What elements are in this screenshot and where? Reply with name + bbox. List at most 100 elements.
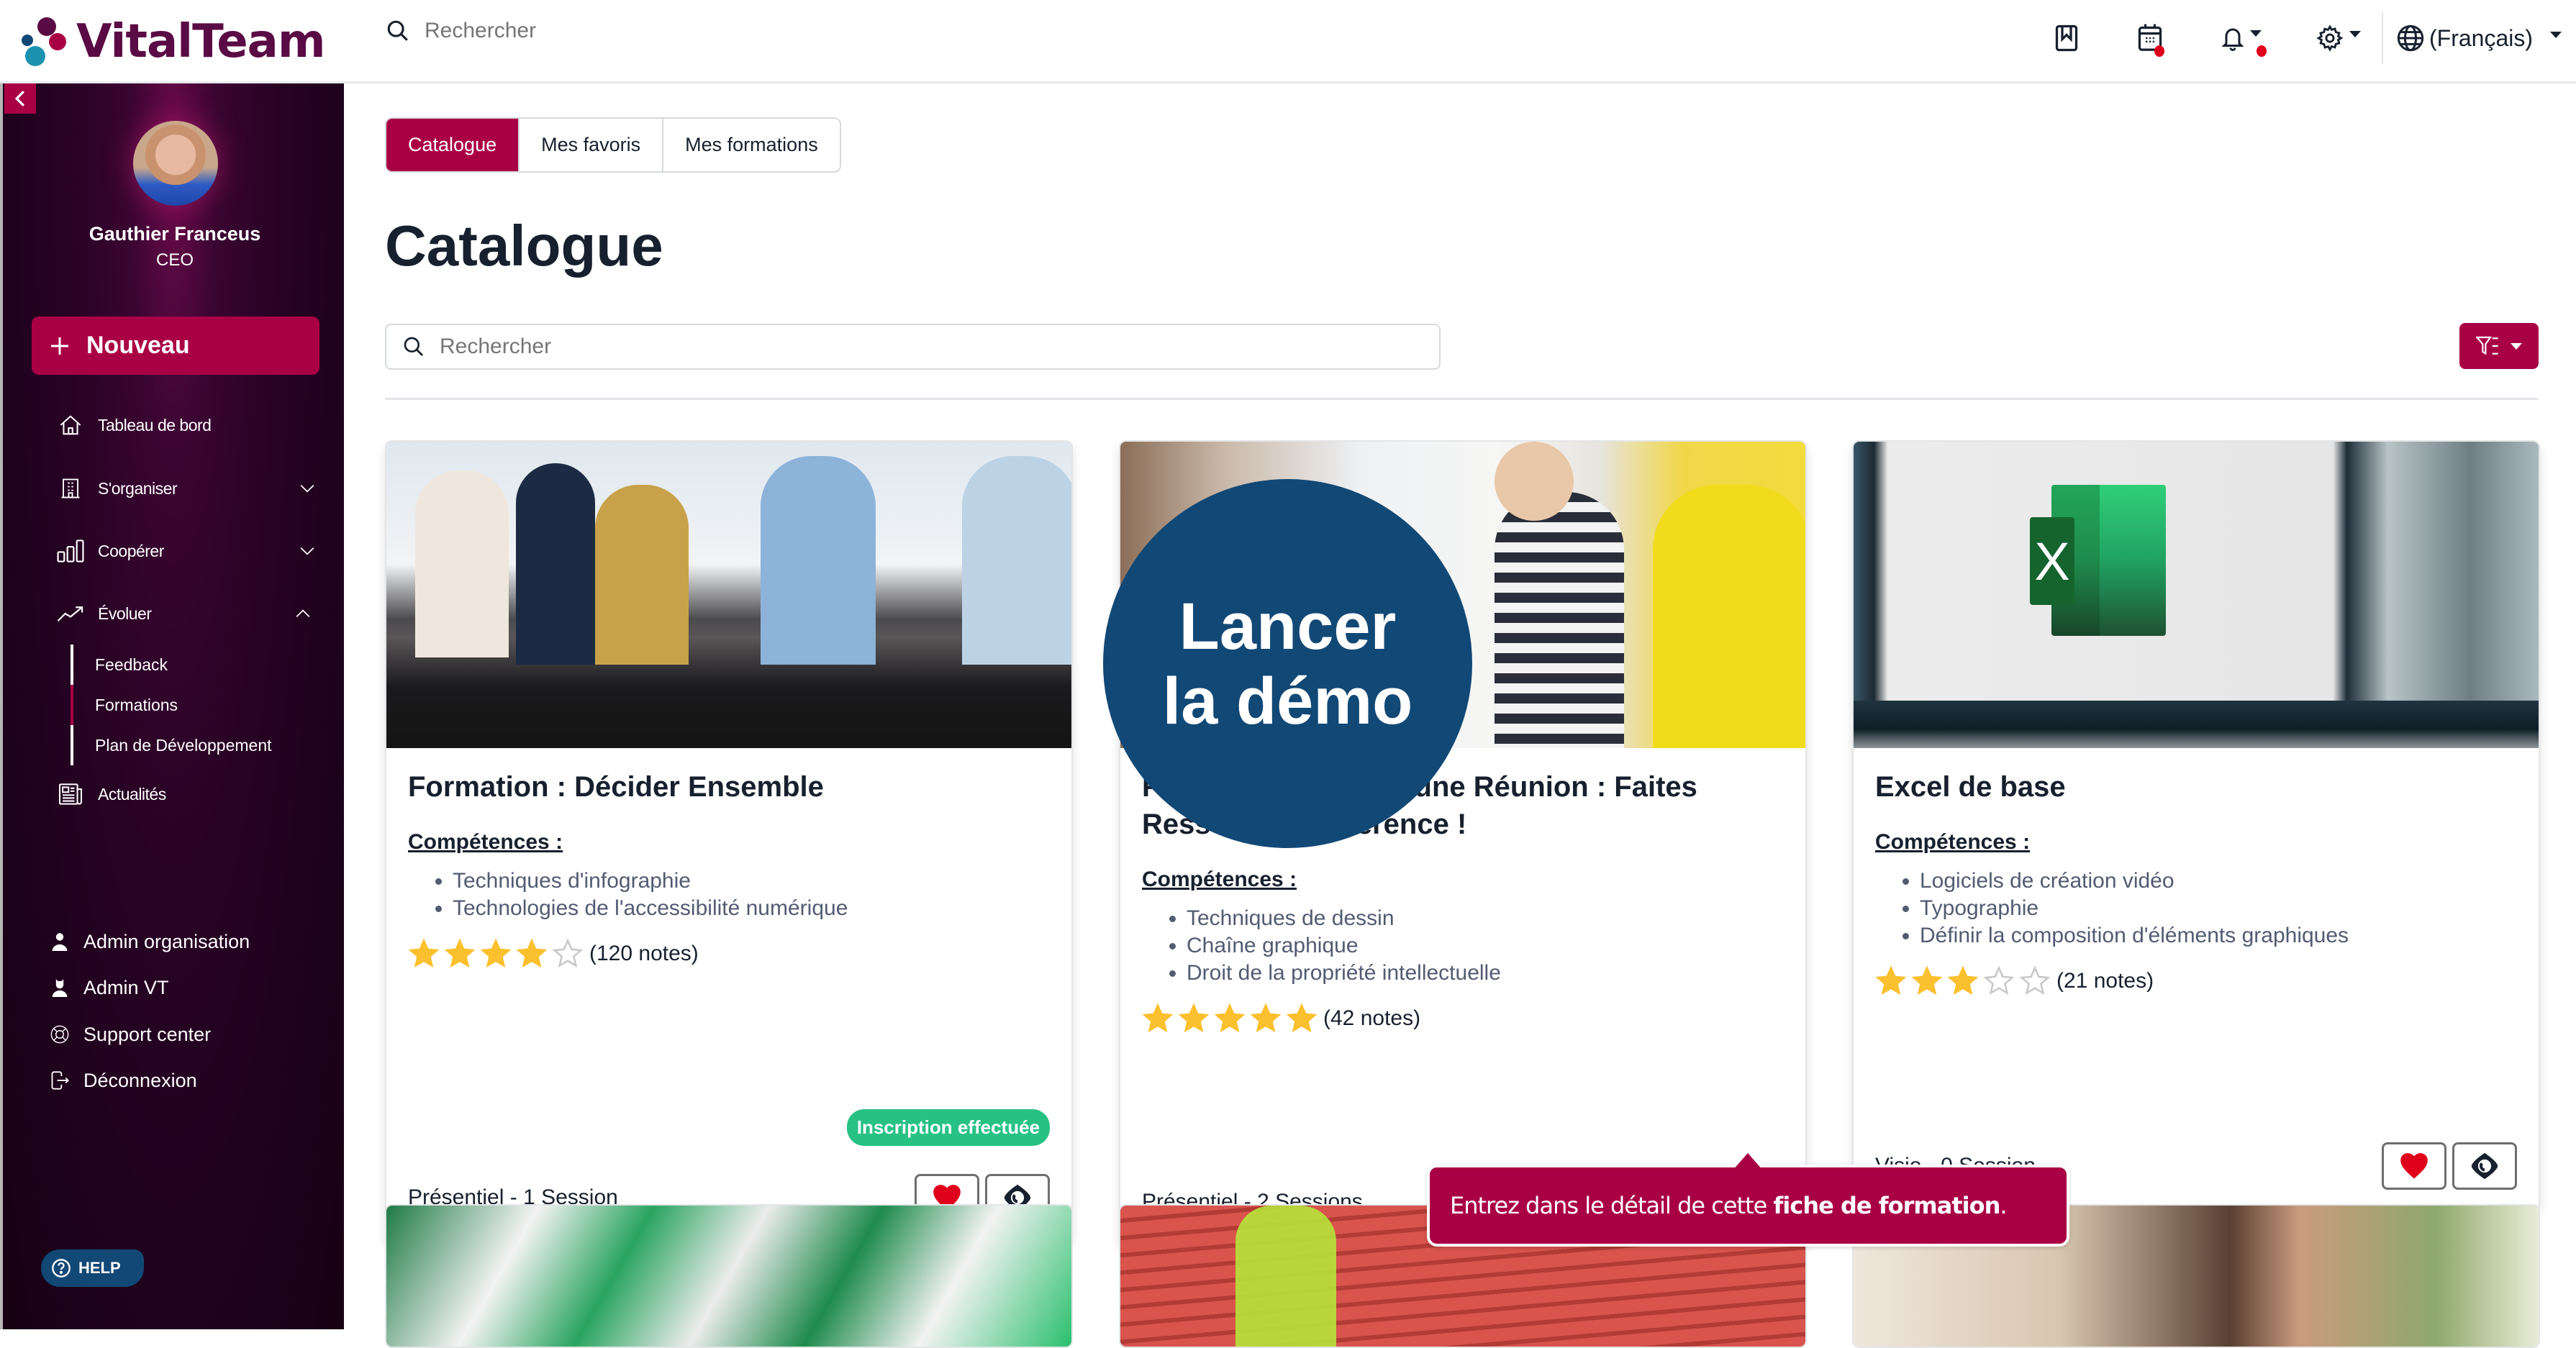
sidebar-item-tableau-de-bord[interactable]: Tableau de bord [56, 404, 315, 447]
home-icon [60, 415, 81, 435]
rating-count: (120 notes) [589, 942, 699, 965]
sidebar-item-deconnexion[interactable]: Déconnexion [49, 1059, 308, 1102]
star-filled-icon [1142, 1003, 1174, 1033]
user-admin-icon [52, 979, 68, 997]
sidebar-item-label: Déconnexion [83, 1069, 197, 1091]
training-image [386, 442, 1071, 748]
eye-icon [2471, 1152, 2498, 1180]
view-details-button[interactable] [2452, 1142, 2517, 1190]
catalogue-search[interactable] [385, 324, 1441, 370]
gear-icon [2316, 24, 2344, 52]
chevron-down-icon [2249, 29, 2262, 37]
help-label: HELP [78, 1259, 121, 1277]
competence-item: Chaîne graphique [1187, 932, 1784, 960]
collapse-sidebar-button[interactable] [4, 83, 36, 114]
training-card[interactable]: X Excel de base Compétences : Logiciels … [1852, 440, 2540, 1210]
top-bar: VitalTeam (Français) [0, 0, 2576, 83]
language-selector[interactable]: (Français) [2396, 24, 2562, 53]
sidebar-item-sorganiser[interactable]: S'organiser [56, 467, 315, 510]
favorite-button[interactable] [2382, 1142, 2446, 1190]
chevron-down-icon [2511, 342, 2522, 350]
global-search[interactable] [386, 19, 856, 43]
competence-item: Techniques d'infographie [453, 867, 1050, 895]
launch-demo-button[interactable]: Lancer la démo [1103, 479, 1472, 848]
competences-label: Compétences : [1875, 830, 2031, 854]
new-button[interactable]: Nouveau [32, 316, 319, 375]
divider [385, 398, 2539, 400]
tab-mes-favoris[interactable]: Mes favoris [520, 119, 664, 171]
tooltip-text: Entrez dans le détail de cette [1450, 1192, 1774, 1219]
new-button-label: Nouveau [86, 332, 190, 359]
sidebar-item-cooperer[interactable]: Coopérer [56, 529, 315, 573]
user-name: Gauthier Franceus [89, 223, 261, 245]
rating: (120 notes) [408, 938, 1050, 970]
star-filled-icon [444, 938, 476, 968]
sidebar-item-admin-organisation[interactable]: Admin organisation [49, 920, 308, 963]
sidebar-item-label: Admin organisation [83, 930, 250, 952]
training-title[interactable]: Formation : Décider Ensemble [408, 768, 1050, 806]
vitalteam-logo[interactable]: VitalTeam [22, 13, 325, 70]
competences-list: Logiciels de création vidéo Typographie … [1875, 867, 2517, 949]
sidebar-item-admin-vt[interactable]: Admin VT [49, 966, 308, 1009]
star-filled-icon [408, 938, 440, 968]
training-card[interactable]: Formation : Décider Ensemble Compétences… [385, 440, 1073, 1242]
brand-name: VitalTeam [76, 15, 325, 68]
sidebar-subitem-feedback[interactable]: Feedback [71, 645, 286, 685]
tooltip-arrow-inner [1733, 1153, 1763, 1170]
sidebar-item-evoluer[interactable]: Évoluer [56, 592, 315, 635]
bar-chart-icon [57, 539, 84, 563]
training-card[interactable] [385, 1204, 1073, 1348]
bell-icon [2221, 28, 2244, 51]
divider [2381, 12, 2383, 64]
star-filled-icon [516, 938, 548, 968]
sidebar-subitem-formations[interactable]: Formations [71, 685, 286, 725]
bookmark-button[interactable] [2045, 17, 2088, 60]
chevron-up-icon [296, 609, 310, 618]
chevron-down-icon [2349, 30, 2361, 37]
logout-icon [51, 1071, 69, 1090]
sidebar-item-support-center[interactable]: Support center [49, 1013, 308, 1056]
star-filled-icon [1178, 1003, 1210, 1033]
language-label: (Français) [2428, 24, 2533, 51]
calendar-button[interactable] [2128, 17, 2172, 60]
sidebar-item-label: Admin VT [83, 976, 169, 998]
building-icon [61, 478, 80, 498]
sidebar-item-actualites[interactable]: Actualités [56, 773, 315, 816]
chevron-down-icon [300, 547, 314, 555]
rating-count: (21 notes) [2056, 969, 2154, 993]
tab-catalogue[interactable]: Catalogue [386, 119, 520, 171]
rating-count: (42 notes) [1323, 1006, 1421, 1030]
chevron-down-icon [2550, 31, 2562, 38]
sidebar-subitem-label: Plan de Développement [95, 735, 272, 755]
filter-button[interactable] [2459, 323, 2539, 369]
page-title: Catalogue [385, 214, 663, 278]
sidebar-item-label: Support center [83, 1023, 212, 1045]
tooltip-bold-text: fiche de formation [1773, 1192, 2000, 1219]
avatar[interactable] [133, 121, 218, 206]
star-filled-icon [1214, 1003, 1246, 1033]
guide-tooltip: Entrez dans le détail de cette fiche de … [1427, 1165, 2069, 1247]
tab-mes-formations[interactable]: Mes formations [663, 119, 840, 171]
sidebar-subitem-label: Formations [95, 695, 178, 714]
training-title[interactable]: Excel de base [1875, 768, 2517, 806]
star-filled-icon [1250, 1003, 1282, 1033]
catalogue-search-input[interactable] [440, 334, 1375, 359]
settings-button[interactable] [2310, 17, 2367, 60]
bookmark-icon [2055, 24, 2078, 52]
star-filled-icon [1947, 965, 1979, 996]
sidebar-subitem-plan-de-developpement[interactable]: Plan de Développement [71, 725, 286, 765]
competences-label: Compétences : [1142, 867, 1297, 891]
global-search-input[interactable] [425, 19, 856, 43]
notifications-button[interactable] [2212, 17, 2269, 60]
calendar-notification-dot [2154, 45, 2164, 57]
heart-filled-icon [2400, 1153, 2428, 1179]
chevron-down-icon [300, 484, 314, 493]
help-button[interactable]: HELP [41, 1249, 144, 1287]
star-filled-icon [1286, 1003, 1318, 1033]
tooltip-end: . [2000, 1192, 2007, 1219]
sidebar-item-label: Tableau de bord [98, 415, 212, 434]
sidebar-item-label: Évoluer [98, 604, 152, 623]
competences-label: Compétences : [408, 830, 563, 854]
competences-list: Techniques d'infographie Technologies de… [408, 867, 1050, 922]
globe-icon [2397, 24, 2424, 52]
